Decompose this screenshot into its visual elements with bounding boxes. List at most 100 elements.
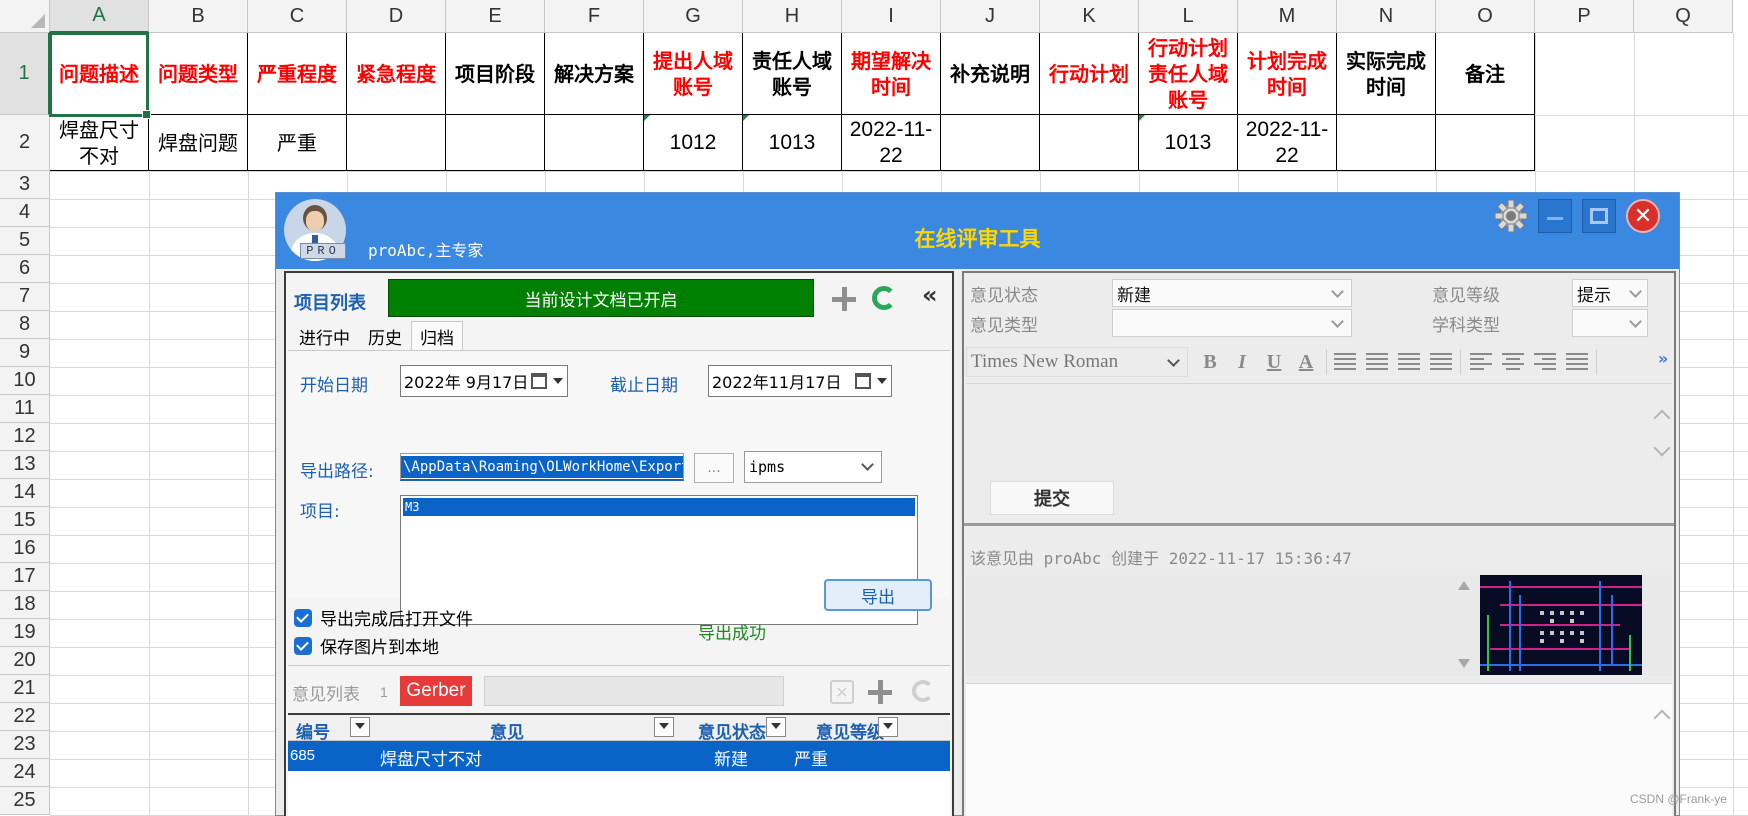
save-images-checkbox[interactable]: [294, 637, 312, 655]
row-header-14[interactable]: 14: [0, 479, 50, 507]
header-cell-m[interactable]: 计划完成时间: [1238, 33, 1337, 115]
column-header-id[interactable]: 编号: [296, 718, 330, 743]
discipline-select[interactable]: [1572, 309, 1648, 337]
header-cell-i[interactable]: 期望解决时间: [842, 33, 941, 115]
minimize-button[interactable]: [1538, 199, 1572, 233]
header-cell-o[interactable]: 备注: [1436, 33, 1535, 115]
open-after-export-checkbox[interactable]: [294, 609, 312, 627]
export-button[interactable]: 导出: [824, 579, 932, 611]
dialog-title-bar[interactable]: PRO proAbc,主专家 在线评审工具 ✕: [276, 193, 1679, 269]
column-header-d[interactable]: D: [347, 0, 446, 33]
cell-k2[interactable]: [1040, 115, 1139, 171]
header-cell-l[interactable]: 行动计划责任人域账号: [1139, 33, 1238, 115]
column-header-q[interactable]: Q: [1634, 0, 1733, 33]
row-header-11[interactable]: 11: [0, 395, 50, 423]
indent-icon[interactable]: [1430, 353, 1452, 371]
row-header-6[interactable]: 6: [0, 255, 50, 283]
end-date-picker[interactable]: 2022年11月17日: [708, 365, 892, 397]
row-header-1[interactable]: 1: [0, 33, 50, 115]
cell-f2[interactable]: [545, 115, 644, 171]
scroll-down-icon[interactable]: [1653, 439, 1671, 457]
filter-dropdown-icon[interactable]: [654, 717, 674, 737]
cell-e2[interactable]: [446, 115, 545, 171]
pcb-screenshot-thumbnail[interactable]: [1480, 575, 1642, 675]
list-item[interactable]: M3: [403, 498, 915, 516]
export-path-input[interactable]: \AppData\Roaming\OLWorkHome\Export: [400, 453, 684, 481]
column-header-g[interactable]: G: [644, 0, 743, 33]
column-header-c[interactable]: C: [248, 0, 347, 33]
tab-history[interactable]: 历史: [359, 321, 411, 351]
column-header-j[interactable]: J: [941, 0, 1040, 33]
underline-button[interactable]: U: [1262, 351, 1286, 374]
close-button[interactable]: ✕: [1626, 199, 1660, 233]
cell-j2[interactable]: [941, 115, 1040, 171]
tab-archive[interactable]: 归档: [411, 321, 463, 351]
refresh-projects-icon[interactable]: [872, 286, 896, 310]
filter-dropdown-icon[interactable]: [878, 717, 898, 737]
column-header-b[interactable]: B: [149, 0, 248, 33]
cell-c2[interactable]: 严重: [248, 115, 347, 171]
row-header-17[interactable]: 17: [0, 563, 50, 591]
row-header-10[interactable]: 10: [0, 367, 50, 395]
header-cell-e[interactable]: 项目阶段: [446, 33, 545, 115]
add-opinion-icon[interactable]: [868, 680, 892, 704]
browse-path-button[interactable]: ...: [694, 453, 734, 483]
export-format-select[interactable]: ipms: [744, 451, 882, 483]
cell-b2[interactable]: 焊盘问题: [149, 115, 248, 171]
row-header-15[interactable]: 15: [0, 507, 50, 535]
font-color-button[interactable]: A: [1294, 351, 1318, 374]
opinion-editor[interactable]: [966, 383, 1672, 475]
column-header-l[interactable]: L: [1139, 0, 1238, 33]
cell-h2[interactable]: 1013: [743, 115, 842, 171]
header-cell-b[interactable]: 问题类型: [149, 33, 248, 115]
row-header-3[interactable]: 3: [0, 171, 50, 199]
align-right-icon[interactable]: [1534, 353, 1556, 371]
column-header-f[interactable]: F: [545, 0, 644, 33]
column-header-h[interactable]: H: [743, 0, 842, 33]
cell-g2[interactable]: 1012: [644, 115, 743, 171]
row-header-4[interactable]: 4: [0, 199, 50, 227]
more-tools-button[interactable]: »: [1658, 349, 1668, 368]
header-cell-g[interactable]: 提出人域账号: [644, 33, 743, 115]
row-header-25[interactable]: 25: [0, 787, 50, 815]
row-header-18[interactable]: 18: [0, 591, 50, 619]
row-header-7[interactable]: 7: [0, 283, 50, 311]
maximize-button[interactable]: [1582, 199, 1616, 233]
header-cell-k[interactable]: 行动计划: [1040, 33, 1139, 115]
scroll-up-icon[interactable]: [1458, 581, 1470, 590]
type-select[interactable]: [1112, 309, 1352, 337]
column-header-e[interactable]: E: [446, 0, 545, 33]
filter-dropdown-icon[interactable]: [766, 717, 786, 737]
header-cell-c[interactable]: 严重程度: [248, 33, 347, 115]
collapse-panel-button[interactable]: «: [922, 281, 938, 309]
row-header-19[interactable]: 19: [0, 619, 50, 647]
opinion-search-input[interactable]: [484, 676, 784, 706]
align-left-icon[interactable]: [1470, 353, 1492, 371]
submit-button[interactable]: 提交: [990, 481, 1114, 515]
column-header-k[interactable]: K: [1040, 0, 1139, 33]
cell-a2[interactable]: 焊盘尺寸不对: [50, 115, 149, 171]
row-header-20[interactable]: 20: [0, 647, 50, 675]
scroll-up-icon[interactable]: [1653, 709, 1671, 727]
start-date-picker[interactable]: 2022年 9月17日: [400, 365, 568, 397]
row-header-24[interactable]: 24: [0, 759, 50, 787]
column-header-level[interactable]: 意见等级: [816, 718, 884, 743]
ordered-list-icon[interactable]: [1334, 353, 1356, 371]
header-cell-n[interactable]: 实际完成时间: [1337, 33, 1436, 115]
bold-button[interactable]: B: [1198, 351, 1222, 374]
clear-filter-icon[interactable]: ✕: [830, 680, 854, 704]
cell-n2[interactable]: [1337, 115, 1436, 171]
status-select[interactable]: 新建: [1112, 279, 1352, 307]
cell-d2[interactable]: [347, 115, 446, 171]
scroll-up-icon[interactable]: [1653, 409, 1671, 427]
gerber-button[interactable]: Gerber: [400, 676, 472, 706]
unordered-list-icon[interactable]: [1366, 353, 1388, 371]
tab-in-progress[interactable]: 进行中: [290, 321, 359, 351]
header-cell-j[interactable]: 补充说明: [941, 33, 1040, 115]
row-header-23[interactable]: 23: [0, 731, 50, 759]
row-header-16[interactable]: 16: [0, 535, 50, 563]
level-select[interactable]: 提示: [1572, 279, 1648, 307]
row-header-5[interactable]: 5: [0, 227, 50, 255]
select-all-corner[interactable]: [0, 0, 50, 33]
header-cell-d[interactable]: 紧急程度: [347, 33, 446, 115]
